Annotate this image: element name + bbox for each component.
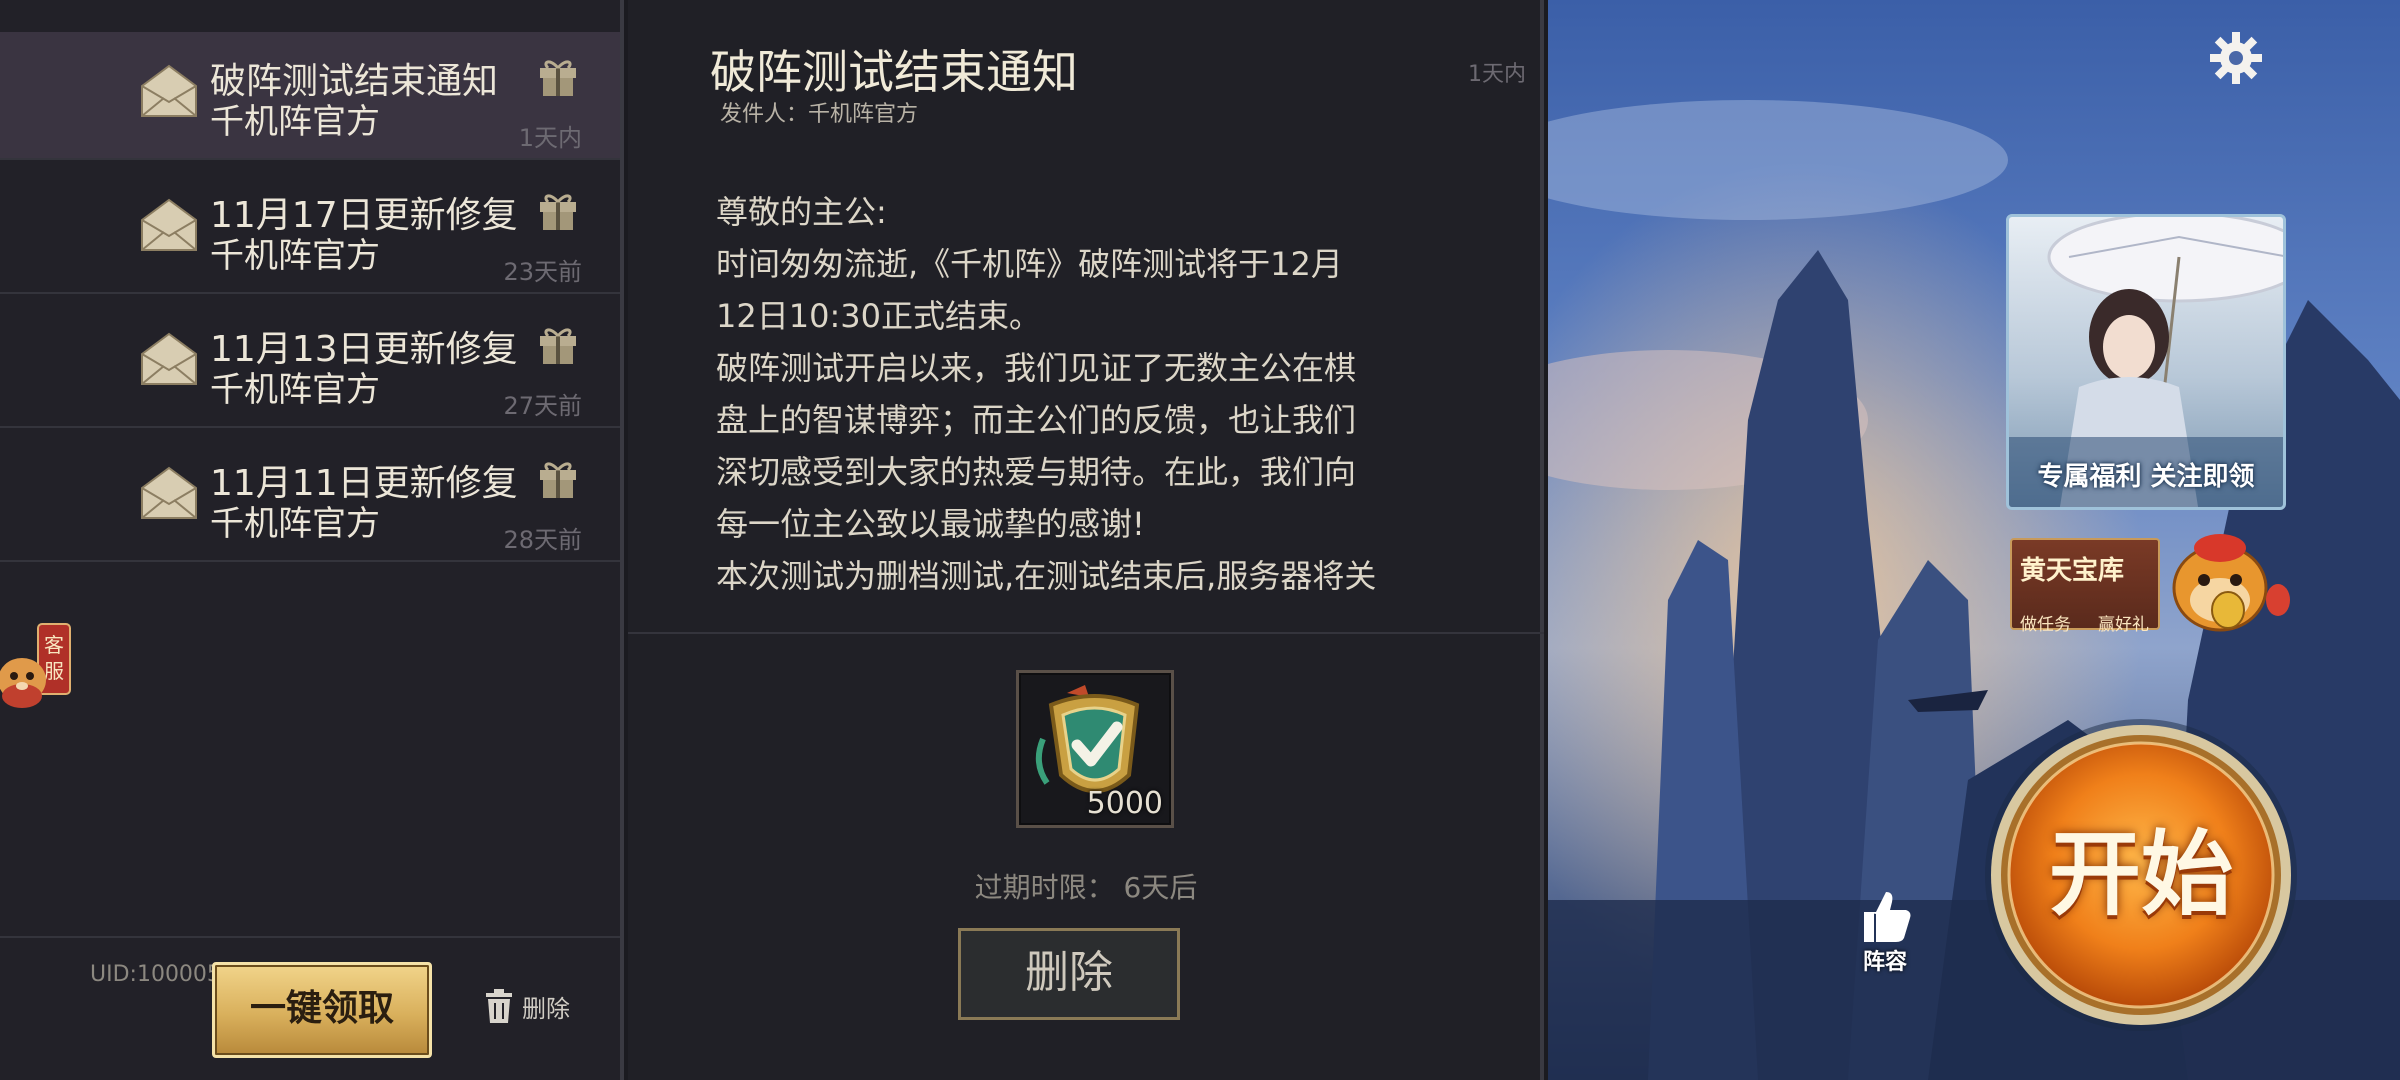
customer-service-mascot-icon[interactable]: 客 服 [0, 620, 84, 730]
claim-all-button[interactable]: 一键领取 [212, 962, 432, 1058]
service-badge-char-2: 服 [44, 659, 64, 683]
divider [628, 632, 1544, 634]
trash-icon [486, 989, 512, 1023]
envelope-open-icon [141, 198, 197, 251]
mail-sender: 千机阵官方 [210, 236, 380, 276]
attachment-count: 5000 [1086, 786, 1163, 821]
gift-icon [540, 194, 576, 230]
follow-banner-caption: 专属福利 关注即领 [2037, 462, 2255, 492]
treasury-subtitle-reward: 赢好礼 [2098, 615, 2149, 635]
mail-item-3[interactable]: 11月11日更新修复 千机阵官方 28天前 [0, 434, 620, 562]
gift-icon [540, 328, 576, 364]
mail-sender: 千机阵官方 [210, 102, 380, 142]
mail-list-panel: 破阵测试结束通知 千机阵官方 1天内 11月17日更新修复 千机阵官方 23天前 [0, 0, 624, 1080]
mail-list-footer: UID:100005471 一键领取 删除 [0, 936, 620, 1080]
envelope-open-icon [141, 466, 197, 519]
body-line: 每一位主公致以最诚挚的感谢! [716, 505, 1145, 543]
mail-time: 28天前 [503, 526, 582, 554]
thumbs-up-icon [1864, 892, 1911, 942]
detail-sender: 发件人：千机阵官方 [720, 102, 919, 127]
lineup-label: 阵容 [1862, 950, 1907, 975]
settings-gear-icon[interactable] [2208, 30, 2264, 86]
service-badge-char-1: 客 [44, 633, 64, 657]
detail-body[interactable]: 尊敬的主公: 时间匆匆流逝,《千机阵》破阵测试将于12月 12日10:30正式结… [716, 186, 1476, 594]
body-line: 破阵测试开启以来，我们见证了无数主公在棋 [716, 349, 1357, 387]
body-line: 12日10:30正式结束。 [716, 297, 1041, 335]
expire-label: 过期时限： 6天后 [974, 871, 1198, 904]
mail-sender: 千机阵官方 [210, 370, 380, 410]
delete-button[interactable]: 删除 [958, 928, 1180, 1020]
mail-time: 27天前 [503, 392, 582, 420]
body-line: 尊敬的主公: [716, 193, 887, 231]
mail-time: 23天前 [503, 258, 582, 286]
detail-time: 1天内 [1468, 62, 1526, 87]
treasury-title: 黄天宝库 [2020, 556, 2125, 586]
delete-all-button[interactable]: 删除 [484, 986, 570, 1026]
body-line: 时间匆匆流逝,《千机阵》破阵测试将于12月 [716, 245, 1343, 283]
follow-reward-banner[interactable]: 专属福利 关注即领 [2006, 214, 2286, 510]
body-line: 本次测试为删档测试,在测试结束后,服务器将关 [716, 557, 1377, 594]
gift-icon [540, 462, 576, 498]
treasury-box: 黄天宝库 做任务 赢好礼 [2010, 538, 2160, 635]
treasury-event-banner[interactable]: 黄天宝库 做任务 赢好礼 [2010, 530, 2300, 635]
mail-item-2[interactable]: 11月13日更新修复 千机阵官方 27天前 [0, 300, 620, 428]
gift-icon [540, 60, 576, 96]
lion-mascot-icon [2172, 534, 2290, 632]
attachment-item[interactable]: 5000 [1016, 670, 1174, 828]
mail-sender: 千机阵官方 [210, 504, 380, 544]
mail-time: 1天内 [518, 124, 582, 152]
envelope-open-icon [141, 64, 197, 117]
mail-detail-panel: 破阵测试结束通知 发件人：千机阵官方 1天内 尊敬的主公: 时间匆匆流逝,《千机… [628, 0, 1544, 1080]
delete-all-label: 删除 [522, 994, 570, 1023]
treasury-subtitle-task: 做任务 [2020, 615, 2071, 635]
start-game-button[interactable]: 开始 [1982, 716, 2300, 1034]
start-button-label: 开始 [2048, 821, 2233, 928]
detail-title: 破阵测试结束通知 [710, 45, 1078, 99]
game-scene: 专属福利 关注即领 黄天宝库 做任务 赢好礼 阵容 开始 [1548, 0, 2400, 1080]
body-line: 深切感受到大家的热爱与期待。在此，我们向 [716, 453, 1357, 491]
body-line: 盘上的智谋博弈；而主公们的反馈，也让我们 [716, 401, 1357, 439]
mail-item-1[interactable]: 11月17日更新修复 千机阵官方 23天前 [0, 166, 620, 294]
envelope-open-icon [141, 332, 197, 385]
mail-item-0[interactable]: 破阵测试结束通知 千机阵官方 1天内 [0, 32, 620, 160]
lineup-button[interactable]: 阵容 [1852, 888, 1918, 975]
